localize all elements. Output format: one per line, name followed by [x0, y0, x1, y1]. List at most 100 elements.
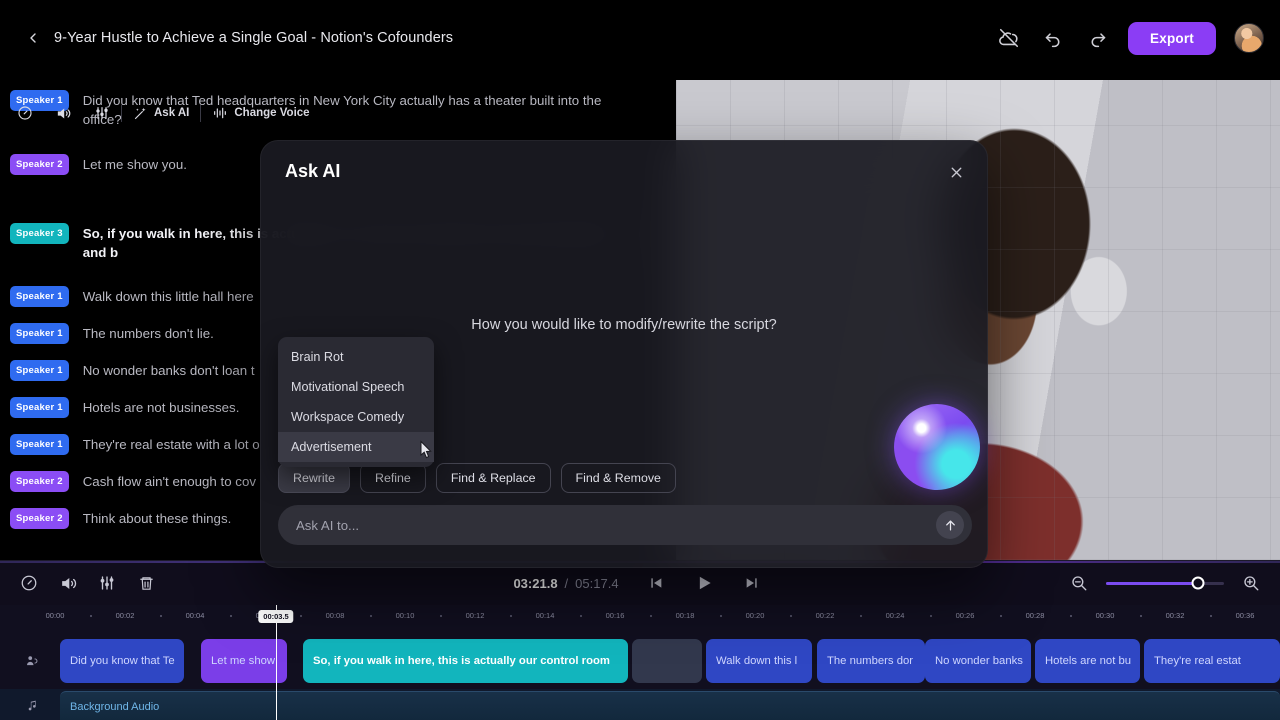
- redo-icon[interactable]: [1084, 25, 1110, 51]
- ruler-tick: 00:18: [675, 611, 695, 620]
- timeline-clip[interactable]: They're real estat: [1144, 639, 1280, 683]
- transcript-text[interactable]: Walk down this little hall here: [83, 284, 254, 306]
- zoom-slider[interactable]: [1106, 576, 1224, 590]
- ruler-subtick: [1070, 615, 1072, 617]
- timeline-clip[interactable]: So, if you walk in here, this is actuall…: [303, 639, 628, 683]
- ruler-tick: 00:16: [605, 611, 625, 620]
- play-icon[interactable]: [689, 568, 719, 598]
- volume-icon: [61, 577, 76, 589]
- ruler-tick: 00:12: [465, 611, 485, 620]
- playbar-volume-button[interactable]: [53, 568, 83, 598]
- modal-prompt-text: How you would like to modify/rewrite the…: [471, 317, 777, 333]
- zoom-slider-fill: [1106, 581, 1199, 585]
- ruler-subtick: [720, 615, 722, 617]
- playbar-delete-button[interactable]: [131, 568, 161, 598]
- speaker-badge[interactable]: Speaker 3: [10, 222, 69, 244]
- export-button[interactable]: Export: [1128, 21, 1216, 55]
- action-refine-button[interactable]: Refine: [360, 463, 426, 493]
- action-find-remove-button[interactable]: Find & Remove: [560, 463, 676, 493]
- dropdown-option[interactable]: Brain Rot: [278, 342, 434, 372]
- timeline-clip[interactable]: The numbers dor: [817, 639, 925, 683]
- ruler-tick: 00:20: [745, 611, 765, 620]
- timeline-clip[interactable]: Did you know that Te: [60, 639, 184, 683]
- clip-label: Walk down this l: [716, 655, 798, 667]
- timeline-clip[interactable]: No wonder banks: [925, 639, 1031, 683]
- toolbar-volume-button[interactable]: [44, 96, 83, 130]
- action-rewrite-button[interactable]: Rewrite: [278, 463, 350, 493]
- ask-ai-modal: Ask AI How you would like to modify/rewr…: [260, 140, 988, 568]
- speaker-badge[interactable]: Speaker 2: [10, 508, 69, 530]
- zoom-out-icon[interactable]: [1064, 568, 1094, 598]
- skip-previous-icon[interactable]: [641, 568, 671, 598]
- clip-label: They're real estat: [1154, 655, 1241, 667]
- transcript-text[interactable]: The numbers don't lie.: [83, 321, 214, 343]
- timeline-clip[interactable]: [632, 639, 702, 683]
- zoom-in-icon[interactable]: [1236, 568, 1266, 598]
- transcript-text[interactable]: No wonder banks don't loan t: [83, 358, 255, 380]
- clip-label: Did you know that Te: [70, 655, 175, 667]
- modal-title: Ask AI: [285, 161, 341, 181]
- timeline-clip[interactable]: Hotels are not bu: [1035, 639, 1140, 683]
- transcript-text[interactable]: Let me show you.: [83, 152, 187, 174]
- ruler-tick: 00:32: [1165, 611, 1185, 620]
- speaker-badge[interactable]: Speaker 1: [10, 323, 69, 345]
- chevron-left-icon: [30, 33, 36, 43]
- playbar-speed-button[interactable]: [14, 568, 44, 598]
- dropdown-option[interactable]: Workspace Comedy: [278, 402, 434, 432]
- magic-wand-icon: [134, 107, 146, 119]
- speaker-badge[interactable]: Speaker 1: [10, 286, 69, 308]
- playbar-equalizer-button[interactable]: [92, 568, 122, 598]
- page-title: 9-Year Hustle to Achieve a Single Goal -…: [54, 30, 454, 46]
- timeline[interactable]: 00:0000:0200:0400:0600:0800:1000:1200:14…: [0, 605, 1280, 720]
- skip-next-icon[interactable]: [737, 568, 767, 598]
- playbar-left-tools: [14, 568, 161, 598]
- undo-icon[interactable]: [1040, 25, 1066, 51]
- toolbar-speed-button[interactable]: [6, 96, 44, 130]
- transcript-text[interactable]: They're real estate with a lot o: [83, 432, 260, 454]
- ruler-subtick: [90, 615, 92, 617]
- speaker-badge[interactable]: Speaker 2: [10, 471, 69, 493]
- speaker-badge[interactable]: Speaker 2: [10, 153, 69, 175]
- toolbar-equalizer-button[interactable]: [83, 96, 121, 130]
- transcript-text[interactable]: Cash flow ain't enough to cov: [83, 469, 256, 491]
- speaker-badge[interactable]: Speaker 1: [10, 360, 69, 382]
- avatar[interactable]: [1234, 23, 1264, 53]
- style-dropdown-menu[interactable]: Brain Rot Motivational Speech Workspace Co…: [278, 337, 434, 467]
- ruler-subtick: [300, 615, 302, 617]
- zoom-slider-handle[interactable]: [1191, 576, 1205, 590]
- clip-label: Hotels are not bu: [1045, 655, 1132, 667]
- dropdown-option[interactable]: Motivational Speech: [278, 372, 434, 402]
- timeline-clip[interactable]: Walk down this l: [706, 639, 812, 683]
- close-icon[interactable]: [943, 159, 969, 185]
- dropdown-option[interactable]: Advertisement: [278, 432, 434, 462]
- timeline-clip[interactable]: Let me show: [201, 639, 287, 683]
- toolbar-ask-ai-label: Ask AI: [154, 107, 190, 119]
- timeline-audio-track[interactable]: Background Audio: [0, 689, 1280, 720]
- audio-clip[interactable]: Background Audio: [60, 691, 1280, 720]
- cloud-off-icon[interactable]: [996, 25, 1022, 51]
- ruler-tick: 00:22: [815, 611, 835, 620]
- toolbar-ask-ai-button[interactable]: Ask AI: [122, 96, 200, 130]
- ruler-tick: 00:14: [535, 611, 555, 620]
- transcript-text[interactable]: Hotels are not businesses.: [83, 395, 240, 417]
- clip-label: No wonder banks: [935, 655, 1023, 667]
- ruler-subtick: [1000, 615, 1002, 617]
- ruler-tick: 00:00: [45, 611, 65, 620]
- speaker-badge[interactable]: Speaker 1: [10, 397, 69, 419]
- ruler-subtick: [510, 615, 512, 617]
- playhead-time-label: 00:03.5: [258, 610, 294, 623]
- ask-ai-input[interactable]: [296, 517, 936, 533]
- toolbar-change-voice-button[interactable]: Change Voice: [201, 96, 320, 130]
- timeline-video-track[interactable]: Did you know that Te Let me show So, if yo…: [0, 639, 1280, 683]
- action-find-replace-button[interactable]: Find & Replace: [435, 463, 551, 493]
- arrow-up-icon[interactable]: [936, 511, 964, 539]
- ruler-subtick: [650, 615, 652, 617]
- ask-ai-input-bar[interactable]: [278, 505, 972, 545]
- timeline-ruler[interactable]: 00:0000:0200:0400:0600:0800:1000:1200:14…: [0, 605, 1280, 629]
- back-button[interactable]: [16, 21, 50, 55]
- ruler-tick: 00:30: [1095, 611, 1115, 620]
- speaker-badge[interactable]: Speaker 1: [10, 434, 69, 456]
- ruler-tick: 00:24: [885, 611, 905, 620]
- transcript-text[interactable]: Think about these things.: [83, 506, 232, 528]
- audio-clip-label: Background Audio: [70, 700, 160, 713]
